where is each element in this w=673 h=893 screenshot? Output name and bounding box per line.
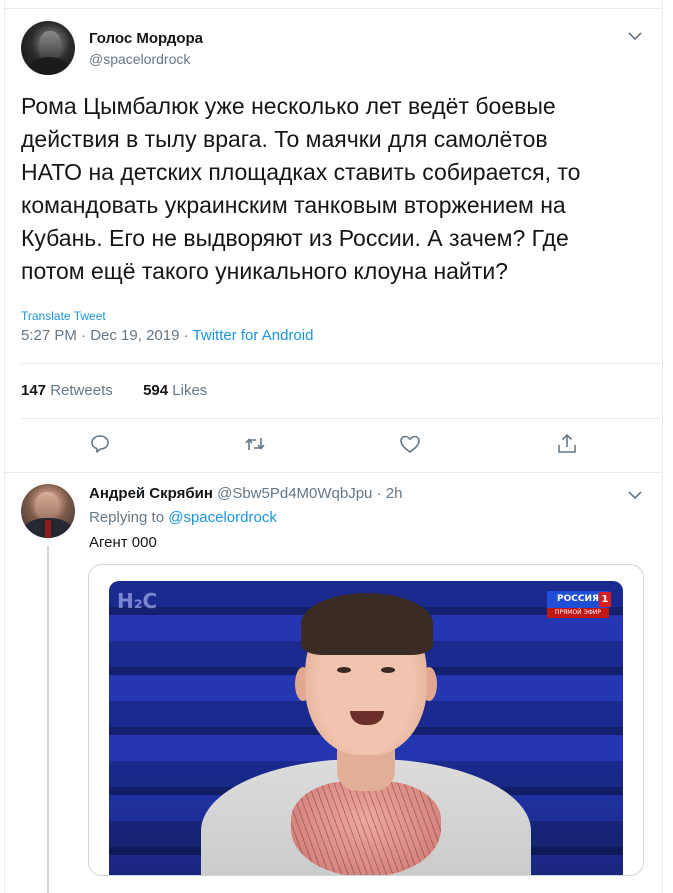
retweets-count: 147 [21,382,47,399]
reply-menu-chevron-down-icon[interactable] [628,490,642,500]
likes-label: Likes [172,382,208,399]
translate-tweet-link[interactable]: Translate Tweet [21,309,106,323]
chest-hair-texture [291,781,441,875]
retweet-icon[interactable] [243,432,267,456]
retweets-label: Retweets [50,382,113,399]
tv-logo-left: H₂C [117,589,158,613]
meta-separator: · [183,327,189,344]
replying-to: Replying to @spacelordrock [89,509,277,526]
person-eye [381,667,395,673]
person-hair [301,593,433,655]
thread-line [47,546,49,893]
avatar-face [35,492,59,520]
reply-author-name[interactable]: Андрей Скрябин [89,485,213,502]
tweet-date[interactable]: Dec 19, 2019 [90,327,179,344]
tv-channel-number: 1 [599,592,611,607]
top-divider [4,8,663,9]
author-name[interactable]: Голос Мордора [89,30,203,47]
share-icon[interactable] [555,432,579,456]
reply-media-image[interactable]: H₂C РОССИЯ 1 ПРЯМОЙ ЭФИР [109,581,623,875]
likes-count: 594 [143,382,169,399]
tv-channel-logo: РОССИЯ 1 ПРЯМОЙ ЭФИР [547,591,611,621]
retweets-stat[interactable]: 147 Retweets [21,382,113,399]
tweet-time[interactable]: 5:27 PM [21,327,77,344]
reply-separator: · [376,485,382,502]
tweet-text: Рома Цымбалюк уже несколько лет ведёт бо… [21,90,641,288]
like-icon[interactable] [398,432,422,456]
avatar-coat [27,57,71,75]
reply-text: Агент 000 [89,534,157,551]
tweet-text-line: Рома Цымбалюк уже несколько лет ведёт бо… [21,93,556,119]
tv-live-label: ПРЯМОЙ ЭФИР [547,608,609,618]
person-eye [337,667,351,673]
tweet-text-line: действия в тылу врага. То маячки для сам… [21,126,548,152]
divider [21,363,661,364]
tweet-text-line: командовать украинским танковым вторжени… [21,192,566,218]
tweet-text-line: потом ещё такого уникального клоуна найт… [21,258,508,284]
reply-header: Андрей Скрябин @Sbw5Pd4M0WqbJpu · 2h [89,485,402,502]
person-chest-print [291,781,441,875]
reply-media-card[interactable]: H₂C РОССИЯ 1 ПРЯМОЙ ЭФИР [88,564,644,876]
divider [21,418,661,419]
reply-author-handle[interactable]: @Sbw5Pd4M0WqbJpu [217,485,372,502]
likes-stat[interactable]: 594 Likes [143,382,207,399]
replying-prefix: Replying to [89,509,165,526]
replying-to-link[interactable]: @spacelordrock [168,509,277,526]
reply-time[interactable]: 2h [386,485,403,502]
author-avatar[interactable] [21,21,75,75]
tweet-text-line: НАТО на детских площадках ставить собира… [21,159,581,185]
divider [4,472,663,473]
avatar-tie [45,520,51,538]
tweet-source-link[interactable]: Twitter for Android [193,327,314,344]
tweet-meta: 5:27 PM · Dec 19, 2019 · Twitter for And… [21,327,313,344]
reply-icon[interactable] [88,432,112,456]
meta-separator: · [81,327,87,344]
tweet-text-line: Кубань. Его не выдворяют из России. А за… [21,225,569,251]
author-handle[interactable]: @spacelordrock [89,51,190,67]
reply-author-avatar[interactable] [21,484,75,538]
tweet-menu-chevron-down-icon[interactable] [628,31,642,41]
tweet-stats: 147 Retweets 594 Likes [21,382,207,399]
